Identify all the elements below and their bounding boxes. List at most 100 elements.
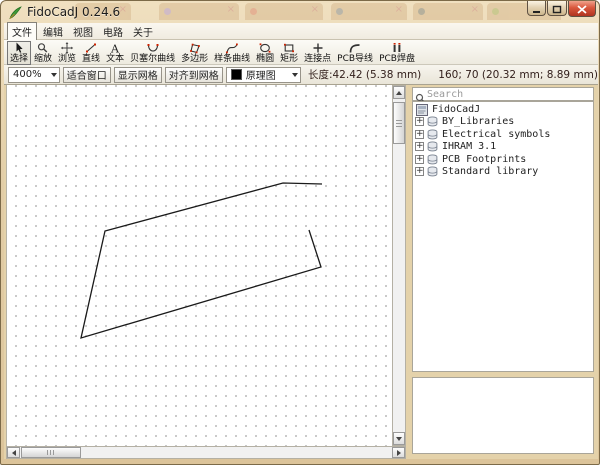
tool-list: 选择 缩放 浏览 直线 A 文本 贝塞尔曲线 多边形 样条曲线 椭圆 矩形 连接点 PCB导线 PCB焊盘 <box>7 41 418 65</box>
menu-about[interactable]: 关于 <box>129 23 157 40</box>
tool-label: PCB焊盘 <box>379 54 415 64</box>
title-bar[interactable]: ×××××× FidoCadJ 0.24.6 <box>1 1 599 23</box>
tree-node-by-libraries[interactable]: + BY_Libraries <box>413 116 593 129</box>
ghost-tab-icon <box>164 8 171 15</box>
scroll-right-button[interactable] <box>392 447 405 458</box>
drawing-layer <box>80 182 323 339</box>
tool-label: 多边形 <box>181 54 209 64</box>
tool-pcb-pad[interactable]: PCB焊盘 <box>376 41 418 65</box>
close-button[interactable] <box>568 1 596 17</box>
tree-node-pcb-footprints[interactable]: + PCB Footprints <box>413 153 593 166</box>
tool-line[interactable]: 直线 <box>79 41 103 65</box>
arc-icon <box>348 42 362 54</box>
zoom-level-value: 400% <box>13 69 42 80</box>
tool-spline[interactable]: 样条曲线 <box>211 41 253 65</box>
tool-pan[interactable]: 浏览 <box>55 41 79 65</box>
ghost-close-icon: × <box>470 4 479 15</box>
ghost-close-icon: × <box>310 4 319 15</box>
expand-plus-icon[interactable]: + <box>415 129 424 139</box>
vertical-scroll-thumb[interactable] <box>393 102 405 144</box>
layer-select[interactable]: 原理图 <box>225 66 301 83</box>
ghost-tab-icon <box>250 8 257 15</box>
window-title: FidoCadJ 0.24.6 <box>27 5 121 19</box>
tool-label: PCB导线 <box>337 54 374 64</box>
tree-root[interactable]: FidoCadJ <box>413 103 593 116</box>
tree-node-electrical-symbols[interactable]: + Electrical symbols <box>413 128 593 141</box>
ghost-close-icon: × <box>394 4 403 15</box>
library-panel: FidoCadJ + BY_Libraries + Electrical symbols… <box>410 85 596 459</box>
tool-label: 样条曲线 <box>214 54 251 64</box>
tool-rectangle[interactable]: 矩形 <box>277 41 301 65</box>
tool-label: 椭圆 <box>256 54 275 64</box>
search-input[interactable] <box>427 88 591 100</box>
tool-select[interactable]: 选择 <box>7 41 32 65</box>
scroll-left-button[interactable] <box>7 447 20 458</box>
chevron-down-icon <box>291 72 298 77</box>
maximize-button[interactable] <box>547 1 567 16</box>
fit-window-button[interactable]: 适合窗口 <box>62 66 111 83</box>
tree-node-label: Electrical symbols <box>442 128 551 140</box>
expand-plus-icon[interactable]: + <box>415 167 424 177</box>
library-icon <box>426 116 439 127</box>
menu-view[interactable]: 视图 <box>69 23 97 40</box>
tree-node-standard-library[interactable]: + Standard library <box>413 166 593 179</box>
plus-icon <box>311 42 325 54</box>
maximize-icon <box>552 1 562 18</box>
arrow-right-icon <box>396 449 401 456</box>
arrow-left-icon <box>11 449 16 456</box>
search-icon <box>415 89 427 103</box>
text-icon: A <box>108 42 122 55</box>
tool-text[interactable]: A 文本 <box>103 41 127 65</box>
tool-ellipse[interactable]: 椭圆 <box>253 41 277 65</box>
scroll-up-button[interactable] <box>393 86 405 99</box>
move-icon <box>60 42 74 54</box>
library-icon <box>426 166 439 177</box>
menu-circuit[interactable]: 电路 <box>99 23 127 40</box>
ghost-tab: × <box>245 3 323 20</box>
tool-label: 连接点 <box>304 54 332 64</box>
tool-polygon[interactable]: 多边形 <box>178 41 211 65</box>
line-icon <box>84 42 98 54</box>
horizontal-scroll-thumb[interactable] <box>21 447 81 458</box>
tool-zoom[interactable]: 缩放 <box>31 41 55 65</box>
drawing-polyline[interactable] <box>80 182 323 339</box>
symbol-preview-panel <box>412 377 594 454</box>
snap-to-grid-toggle[interactable]: 对齐到网格 <box>164 66 223 83</box>
menu-edit[interactable]: 编辑 <box>39 23 67 40</box>
tree-node-label: Standard library <box>442 166 539 178</box>
zoom-level-select[interactable]: 400% <box>8 66 60 83</box>
ghost-tab-icon <box>492 8 499 15</box>
show-grid-toggle[interactable]: 显示网格 <box>113 66 162 83</box>
tool-bezier[interactable]: 贝塞尔曲线 <box>127 41 178 65</box>
horizontal-scrollbar[interactable] <box>6 446 406 459</box>
scroll-down-button[interactable] <box>393 432 405 445</box>
ghost-tab: × <box>159 3 239 20</box>
drawing-canvas[interactable] <box>6 85 392 446</box>
library-tree: FidoCadJ + BY_Libraries + Electrical symbols… <box>412 101 594 372</box>
expand-plus-icon[interactable]: + <box>415 142 424 152</box>
library-icon <box>426 141 439 152</box>
minimize-button[interactable] <box>527 1 546 16</box>
tree-node-label: IHRAM 3.1 <box>442 141 497 153</box>
ghost-close-icon: × <box>226 4 235 15</box>
tool-connection-point[interactable]: 连接点 <box>301 41 334 65</box>
ghost-tab-icon <box>418 8 425 15</box>
spline-icon <box>225 42 239 54</box>
expand-plus-icon[interactable]: + <box>415 154 424 164</box>
menu-file[interactable]: 文件 <box>7 21 37 41</box>
tool-label: 缩放 <box>34 54 53 64</box>
tree-node-ihram-3-1[interactable]: + IHRAM 3.1 <box>413 141 593 154</box>
tree-node-label: BY_Libraries <box>442 116 515 128</box>
polygon-icon <box>188 42 202 54</box>
magnifier-icon <box>36 42 50 54</box>
svg-text:A: A <box>110 43 120 55</box>
grip-icon <box>47 450 56 455</box>
layer-color-swatch <box>230 69 242 80</box>
vertical-scrollbar[interactable] <box>392 85 406 446</box>
app-logo-icon <box>8 5 22 20</box>
close-icon <box>577 1 587 18</box>
arrow-down-icon <box>396 436 402 441</box>
expand-plus-icon[interactable]: + <box>415 117 424 127</box>
tool-pcb-line[interactable]: PCB导线 <box>334 41 376 65</box>
tool-label: 文本 <box>106 54 125 64</box>
